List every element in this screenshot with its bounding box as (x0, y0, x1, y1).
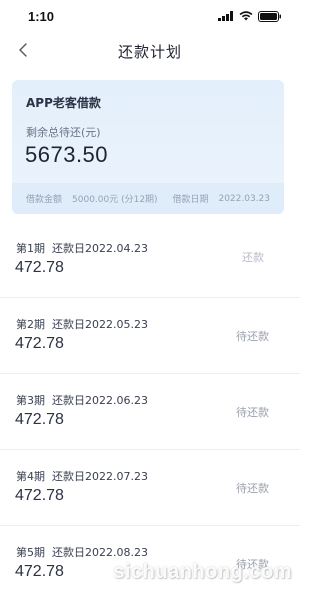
page-title: 还款计划 (117, 42, 182, 61)
installment-list: 第1期 还款日2022.04.23 472.78 还款 第2期 还款日2022.05… (0, 222, 300, 594)
chevron-left-icon (17, 42, 29, 62)
loan-amount-label: 借款金额 (26, 195, 63, 205)
status-badge: 待还款 (236, 482, 269, 495)
watermark: sichuanhong.com (113, 561, 292, 583)
signal-icon (218, 11, 234, 21)
period-label: 第1期 (16, 242, 45, 255)
installment-amount: 472.78 (15, 487, 64, 504)
installment-amount: 472.78 (15, 335, 64, 352)
installment-row-1[interactable]: 第1期 还款日2022.04.23 472.78 还款 (0, 222, 300, 298)
loan-summary-card: APP老客借款 剩余总待还(元) 5673.50 借款金额 5000.00元 (… (12, 80, 284, 214)
back-button[interactable] (12, 41, 34, 63)
loan-date-label: 借款日期 (172, 195, 209, 205)
installment-amount: 472.78 (15, 563, 64, 580)
period-label: 第5期 (16, 546, 45, 559)
installment-row-3[interactable]: 第3期 还款日2022.06.23 472.78 待还款 (0, 374, 300, 450)
remaining-amount: 5673.50 (25, 142, 109, 167)
status-time: 1:10 (28, 8, 55, 24)
installment-row-2[interactable]: 第2期 还款日2022.05.23 472.78 待还款 (0, 298, 300, 374)
status-badge: 待还款 (236, 406, 269, 419)
loan-date-value: 2022.03.23 (218, 193, 270, 204)
period-label: 第4期 (16, 470, 45, 483)
status-badge: 还款 (242, 251, 264, 264)
installment-row-4[interactable]: 第4期 还款日2022.07.23 472.78 待还款 (0, 450, 300, 526)
period-label: 第3期 (16, 394, 45, 407)
remaining-label: 剩余总待还(元) (26, 126, 101, 139)
period-label: 第2期 (16, 318, 45, 331)
loan-amount-value: 5000.00元 (分12期) (72, 195, 158, 205)
due-date: 还款日2022.04.23 (52, 242, 148, 255)
status-badge: 待还款 (236, 330, 269, 343)
due-date: 还款日2022.08.23 (52, 546, 148, 559)
product-name: APP老客借款 (26, 96, 101, 110)
installment-amount: 472.78 (15, 259, 64, 276)
due-date: 还款日2022.06.23 (52, 394, 148, 407)
nav-bar: 还款计划 (0, 32, 300, 70)
loan-info-bar: 借款金额 5000.00元 (分12期) 借款日期 2022.03.23 (12, 183, 284, 214)
installment-amount: 472.78 (15, 411, 64, 428)
wifi-icon (239, 11, 253, 21)
status-icons (218, 10, 282, 22)
due-date: 还款日2022.05.23 (52, 318, 148, 331)
due-date: 还款日2022.07.23 (52, 470, 148, 483)
status-bar: 1:10 (0, 0, 300, 32)
battery-icon (258, 10, 282, 22)
